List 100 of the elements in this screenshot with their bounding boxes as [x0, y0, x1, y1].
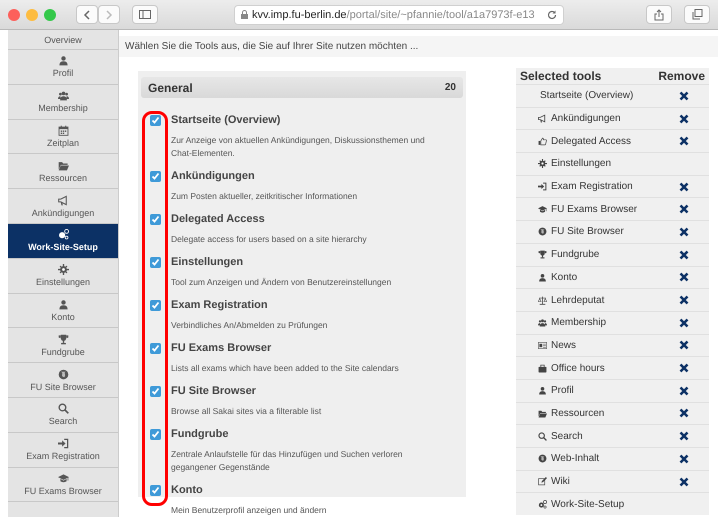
sidebar-toggle-button[interactable]	[132, 5, 158, 24]
remove-button[interactable]	[679, 114, 689, 124]
remove-button[interactable]	[679, 363, 689, 374]
lock-icon	[241, 10, 248, 19]
close-icon	[679, 431, 689, 442]
tool-name: Office hours	[551, 362, 605, 374]
people-icon	[538, 318, 547, 328]
sidebar-item[interactable]: Profil	[8, 50, 118, 85]
close-icon	[679, 114, 689, 124]
tool-name[interactable]: FU Exams Browser	[171, 342, 272, 354]
remove-button[interactable]	[679, 386, 689, 396]
tool-name[interactable]: Konto	[171, 484, 203, 496]
close-icon	[679, 386, 689, 396]
checkbox[interactable]	[150, 386, 161, 396]
checkbox[interactable]	[150, 256, 161, 268]
sidebar-icon	[139, 10, 151, 19]
address-bar[interactable]: kvv.imp.fu-berlin.de/portal/site/~pfannie/tool/a1a7973f-e13	[234, 4, 564, 24]
chevron-right-icon	[105, 10, 113, 20]
sidebar-item[interactable]: Einstellungen	[8, 258, 118, 294]
column-header: Remove	[658, 69, 705, 83]
tool-name: Web-Inhalt	[551, 453, 600, 464]
gears-icon	[58, 229, 68, 240]
checkbox[interactable]	[150, 484, 161, 496]
close-icon	[679, 90, 689, 101]
tool-name[interactable]: Exam Registration	[171, 299, 268, 311]
sidebar-item[interactable]: FU Site Browser	[8, 363, 118, 398]
close-icon	[679, 272, 689, 282]
folder-icon	[538, 408, 547, 418]
tool-name[interactable]: Startseite (Overview)	[171, 114, 280, 126]
tool-name[interactable]: Delegated Access	[171, 213, 265, 225]
tool-description: Zur Anzeige von aktuellen Ankündigungen, Diskussionsthemen und Chat-Elementen.	[171, 134, 426, 160]
tool-name: FU Exams Browser	[551, 204, 638, 215]
checkbox[interactable]	[150, 300, 161, 310]
remove-button[interactable]	[679, 295, 689, 306]
remove-button[interactable]	[679, 272, 689, 282]
sidebar-item[interactable]: Konto	[8, 294, 118, 328]
person-icon	[538, 386, 547, 396]
sign-in-icon	[58, 438, 68, 450]
share-button[interactable]	[646, 5, 672, 24]
remove-button[interactable]	[679, 204, 689, 214]
group-title: General	[148, 80, 193, 94]
tool-name: Membership	[551, 317, 606, 328]
sidebar-item[interactable]: Fundgrube	[8, 328, 118, 364]
tool-name: Ressourcen	[551, 408, 604, 419]
sidebar-item[interactable]: Ressourcen	[8, 154, 118, 190]
tool-name[interactable]: Einstellungen	[171, 256, 244, 268]
close-icon	[679, 454, 689, 464]
globe-icon	[538, 227, 547, 236]
settings-icon	[58, 264, 68, 276]
group-header[interactable]: General 20	[141, 77, 463, 98]
tool-name: Ankündigungen	[551, 113, 621, 124]
remove-button[interactable]	[679, 454, 689, 464]
remove-button[interactable]	[679, 226, 689, 237]
sidebar-item[interactable]: Overview	[8, 30, 118, 50]
tool-name: Exam Registration	[551, 181, 633, 192]
graduation-cap-icon	[538, 204, 547, 214]
trophy-icon	[538, 250, 547, 260]
instruction-text: Wählen Sie die Tools aus, die Sie auf Ihrer Site nutzen möchten ...	[119, 36, 718, 57]
trophy-icon	[58, 334, 68, 345]
tabs-button[interactable]	[684, 5, 710, 24]
tool-name: News	[551, 340, 576, 351]
tool-name[interactable]: Fundgrube	[171, 428, 228, 440]
tabs-icon	[692, 9, 702, 20]
sidebar-item[interactable]: Work-Site-Setup	[8, 224, 118, 259]
person-icon	[538, 272, 547, 282]
gears-icon	[538, 500, 547, 509]
checkbox[interactable]	[150, 170, 161, 182]
remove-button[interactable]	[679, 136, 689, 146]
remove-button[interactable]	[679, 318, 689, 328]
search-icon	[538, 432, 547, 441]
tool-name: Wiki	[551, 476, 570, 488]
tool-description: Mein Benutzerprofil anzeigen und ändern	[171, 504, 328, 517]
remove-button[interactable]	[679, 340, 689, 350]
remove-button[interactable]	[679, 182, 689, 192]
checkbox[interactable]	[150, 214, 161, 224]
sidebar-item[interactable]: Membership	[8, 84, 118, 120]
remove-button[interactable]	[679, 476, 689, 487]
reload-icon[interactable]	[547, 10, 557, 20]
remove-button[interactable]	[679, 408, 689, 418]
tool-name[interactable]: FU Site Browser	[171, 385, 256, 397]
sidebar-item[interactable]: FU Exams Browser	[8, 468, 118, 502]
sidebar-item[interactable]: Exam Registration	[8, 432, 118, 468]
remove-button[interactable]	[679, 431, 689, 442]
megaphone-icon	[538, 114, 547, 124]
calendar-icon	[58, 124, 68, 136]
checkbox[interactable]	[150, 114, 161, 126]
tool-description: Delegate access for users based on a site hierarchy	[171, 233, 368, 246]
sidebar-item[interactable]: Zeitplan	[8, 120, 118, 154]
remove-button[interactable]	[679, 250, 689, 260]
tool-name: Einstellungen	[551, 158, 612, 170]
back-button[interactable]	[76, 5, 98, 24]
tool-name[interactable]: Ankündigungen	[171, 170, 255, 182]
close-icon	[679, 226, 689, 237]
tool-name: Startseite (Overview)	[540, 90, 634, 102]
tool-name: Konto	[551, 272, 578, 283]
sidebar-item[interactable]: Search	[8, 398, 118, 433]
checkbox[interactable]	[150, 428, 161, 440]
remove-button[interactable]	[679, 90, 689, 101]
checkbox[interactable]	[150, 342, 161, 354]
hand-pointing-icon	[538, 136, 547, 146]
